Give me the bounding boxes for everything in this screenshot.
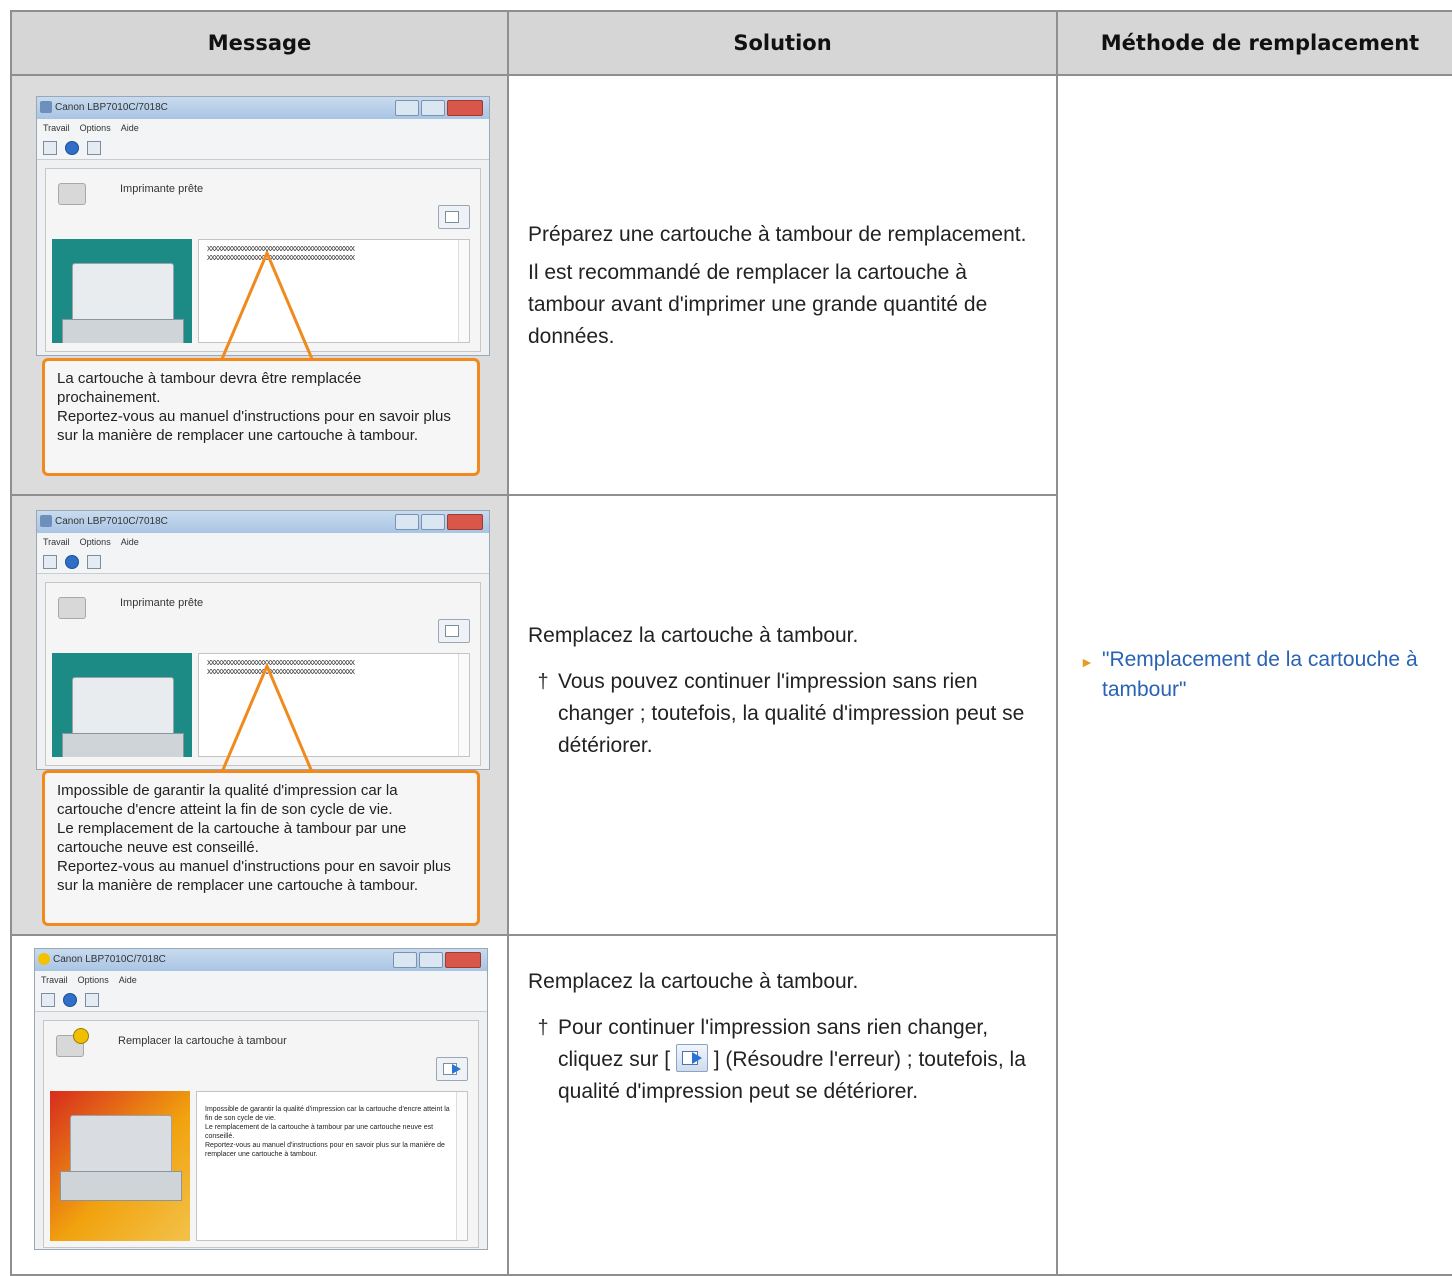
app-icon [40, 101, 52, 113]
warning-icon [38, 953, 50, 965]
note: † Vous pouvez continuer l'impression san… [528, 666, 1040, 762]
scrollbar [458, 240, 469, 342]
solution-text: Remplacez la cartouche à tambour. [528, 970, 859, 993]
replacement-cell: ► "Remplacement de la cartouche à tambou… [1056, 74, 1452, 1276]
dagger-icon: † [537, 1017, 549, 1039]
window-title: Canon LBP7010C/7018C [55, 516, 168, 527]
solution-text: Remplacez la cartouche à tambour. [528, 624, 859, 647]
solution-cell: Préparez une cartouche à tambour de remp… [507, 74, 1058, 496]
scrollbar [458, 654, 469, 756]
minimize-icon [393, 952, 417, 968]
maximize-icon [421, 514, 445, 530]
maximize-icon [421, 100, 445, 116]
callout-message: Impossible de garantir la qualité d'impr… [42, 770, 480, 926]
menu-bar: Travail Options Aide [35, 971, 487, 989]
toolbar [37, 551, 489, 574]
note-text: Vous pouvez continuer l'impression sans … [558, 670, 1025, 757]
refresh-icon [63, 993, 77, 1007]
callout-pointer [220, 664, 314, 773]
note-text: Pour continuer l'impression sans rien ch… [558, 1016, 1026, 1103]
printer-image [50, 1091, 190, 1241]
table-row: Canon LBP7010C/7018C Travail Options Aide … [10, 74, 1452, 1276]
header-message: Message [10, 10, 509, 76]
printer-icon [85, 993, 99, 1007]
minimize-icon [395, 514, 419, 530]
refresh-icon [65, 555, 79, 569]
window-title: Canon LBP7010C/7018C [53, 954, 166, 965]
page-icon [41, 993, 55, 1007]
status-text: Remplacer la cartouche à tambour [118, 1035, 287, 1047]
solution-text: Préparez une cartouche à tambour de remp… [528, 223, 1027, 246]
message-cell: Canon LBP7010C/7018C Travail Options Aide … [10, 934, 509, 1276]
header-replacement: Méthode de remplacement [1056, 10, 1452, 76]
callout-message: La cartouche à tambour devra être rempla… [42, 358, 480, 476]
replacement-link[interactable]: ► "Remplacement de la cartouche à tambou… [1058, 645, 1452, 705]
menu-bar: Travail Options Aide [37, 533, 489, 551]
toolbar [37, 137, 489, 160]
printer-image [52, 653, 192, 757]
app-icon [40, 515, 52, 527]
minimize-icon [395, 100, 419, 116]
note: † Pour continuer l'impression sans rien … [528, 1012, 1040, 1108]
printer-status-icon [58, 597, 86, 619]
solution-cell: Remplacez la cartouche à tambour. † Pour… [507, 934, 1058, 1276]
printer-warning-icon [56, 1028, 89, 1057]
solution-text: Il est recommandé de remplacer la cartou… [528, 261, 988, 348]
status-window-screenshot: Canon LBP7010C/7018C Travail Options Aide … [34, 948, 488, 1250]
link-arrow-icon: ► [1080, 654, 1094, 670]
dagger-icon: † [537, 671, 549, 693]
message-cell: Canon LBP7010C/7018C Travail Options Aide … [10, 74, 509, 496]
table-header-row: Message Solution Méthode de remplacement [10, 10, 1452, 76]
page-icon [43, 141, 57, 155]
solution-cell: Remplacez la cartouche à tambour. † Vous… [507, 494, 1058, 936]
resolve-error-icon [436, 1057, 468, 1081]
menu-bar: Travail Options Aide [37, 119, 489, 137]
resolve-error-icon [438, 619, 470, 643]
printer-icon [87, 555, 101, 569]
printer-image [52, 239, 192, 343]
toolbar [35, 989, 487, 1012]
printer-icon [87, 141, 101, 155]
status-text: Imprimante prête [120, 597, 204, 609]
callout-pointer [220, 251, 314, 360]
refresh-icon [65, 141, 79, 155]
close-icon [445, 952, 481, 968]
message-cell: Canon LBP7010C/7018C Travail Options Aide … [10, 494, 509, 936]
window-title: Canon LBP7010C/7018C [55, 102, 168, 113]
scrollbar [456, 1092, 467, 1240]
printer-status-icon [58, 183, 86, 205]
close-icon [447, 514, 483, 530]
page-icon [43, 555, 57, 569]
resolve-error-icon [438, 205, 470, 229]
maximize-icon [419, 952, 443, 968]
status-text: Imprimante prête [120, 183, 204, 195]
header-solution: Solution [507, 10, 1058, 76]
resolve-error-button-icon [675, 1044, 708, 1073]
close-icon [447, 100, 483, 116]
message-table: Message Solution Méthode de remplacement… [10, 10, 1452, 1276]
status-message-box: Impossible de garantir la qualité d'impr… [196, 1091, 468, 1241]
